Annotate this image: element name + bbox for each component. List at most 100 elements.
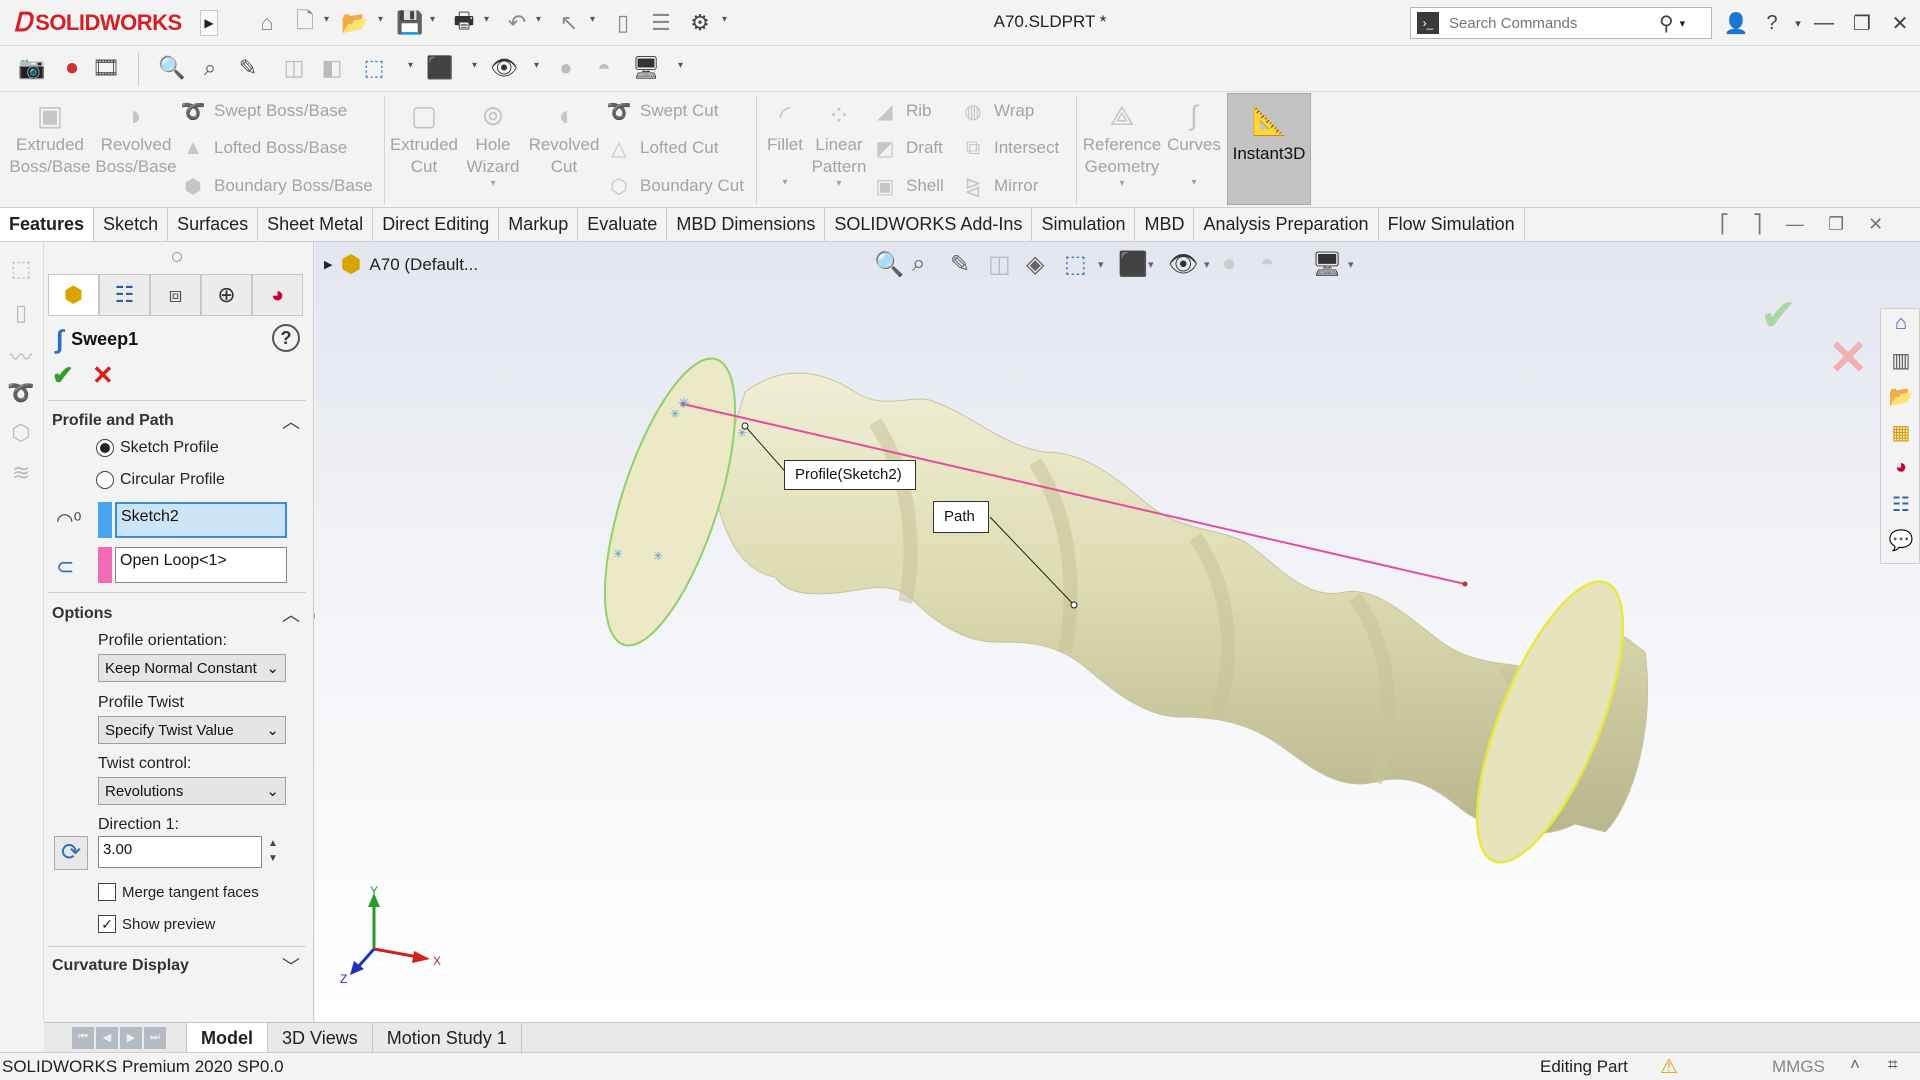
hide-show-items-icon[interactable]: 👁	[488, 52, 520, 84]
new-document-icon[interactable]: 🗋	[290, 8, 320, 38]
print-dropdown-icon[interactable]: ▾	[484, 14, 489, 25]
home-icon[interactable]: ⌂	[250, 8, 284, 38]
configuration-manager-tab-icon[interactable]: ⧈	[150, 274, 201, 316]
apply-scene-icon[interactable]: ◓	[588, 52, 620, 84]
confirmation-cancel-icon[interactable]: ✕	[1828, 330, 1868, 386]
doc-restore-icon[interactable]: ❐	[1828, 214, 1844, 238]
hole-wizard-dropdown[interactable]: ▾	[460, 178, 526, 190]
edit-appearance-icon[interactable]: ●	[550, 52, 582, 84]
search-commands-box[interactable]: ›_ ⚲ ▾	[1410, 7, 1712, 39]
model-canvas[interactable]: ✳ ✳ ✳ ✳ ✳	[315, 242, 1920, 1022]
chevron-up-icon[interactable]: ︿	[282, 601, 300, 627]
circular-profile-radio[interactable]: Circular Profile	[96, 471, 225, 489]
cancel-x-button[interactable]: ✕	[92, 360, 114, 391]
curvature-display-header[interactable]: Curvature Display	[52, 957, 304, 975]
first-tab-icon[interactable]: ⏮	[72, 1026, 94, 1049]
lofted-cut-button[interactable]: △ Lofted Cut	[606, 133, 718, 163]
save-icon[interactable]: 💾	[394, 8, 426, 38]
linear-pattern-button[interactable]: ⁘ Linear Pattern ▾	[810, 98, 868, 190]
view-orientation-icon[interactable]: ⬚	[358, 52, 390, 84]
view-orientation-dropdown[interactable]: ▾	[408, 60, 413, 71]
tab-mbd[interactable]: MBD	[1135, 208, 1195, 241]
feature-tree-flyout-icon[interactable]: ⬚	[6, 256, 36, 286]
unit-system[interactable]: MMGS	[1772, 1057, 1825, 1077]
undo-dropdown-icon[interactable]: ▾	[536, 14, 541, 25]
chevron-down-icon[interactable]: ﹀	[282, 953, 300, 979]
twist-control-select[interactable]: Revolutions ⌄	[98, 777, 286, 805]
search-dropdown-icon[interactable]: ▾	[1680, 17, 1686, 30]
options-gear-icon[interactable]: ⚙	[684, 8, 716, 38]
tab-surfaces[interactable]: Surfaces	[168, 208, 259, 241]
view-settings-dropdown[interactable]: ▾	[678, 60, 683, 71]
forum-icon[interactable]: 💬	[1886, 528, 1916, 558]
linear-pattern-dropdown[interactable]: ▾	[810, 178, 868, 190]
design-library-icon[interactable]: ▥	[1886, 348, 1916, 378]
collapse-panel-icon[interactable]: ⎡	[1720, 214, 1729, 238]
spin-stepper-icon[interactable]: ▲ ▼	[268, 836, 278, 866]
tab-mbd-dimensions[interactable]: MBD Dimensions	[667, 208, 826, 241]
solidworks-logo[interactable]: Ꭰ SOLIDWORKS	[14, 8, 182, 38]
bottom-tab-model[interactable]: Model	[186, 1022, 268, 1053]
extruded-boss-button[interactable]: ▣ Extruded Boss/Base	[8, 98, 92, 178]
rebuild-warning-icon[interactable]: ⚠	[1660, 1054, 1678, 1079]
previous-view-icon[interactable]: ✎	[232, 52, 264, 84]
curves-dropdown[interactable]: ▾	[1164, 172, 1224, 194]
close-icon[interactable]: ✕	[1884, 10, 1916, 36]
appearances-icon[interactable]: ◕	[1886, 456, 1916, 486]
next-tab-icon[interactable]: ▶	[120, 1026, 142, 1049]
boundary-cut-button[interactable]: ⬡ Boundary Cut	[606, 171, 744, 201]
tab-sketch[interactable]: Sketch	[94, 208, 169, 241]
expand-panel-icon[interactable]: ⎤	[1753, 214, 1762, 238]
profile-callout[interactable]: Profile(Sketch2)	[784, 460, 916, 490]
display-manager-tab-icon[interactable]: ◕	[252, 274, 303, 316]
section-view-icon[interactable]: ◫	[278, 52, 310, 84]
tab-evaluate[interactable]: Evaluate	[578, 208, 668, 241]
boundary-boss-button[interactable]: ⬢ Boundary Boss/Base	[180, 171, 373, 201]
tab-features[interactable]: Features	[0, 208, 95, 241]
options-header[interactable]: Options	[52, 605, 304, 623]
rebuild-icon[interactable]: ▯	[610, 8, 636, 38]
tab-markup[interactable]: Markup	[499, 208, 579, 241]
panel-grip-icon[interactable]	[172, 252, 182, 262]
bottom-tab-motion-study-1[interactable]: Motion Study 1	[373, 1022, 522, 1053]
display-style-dropdown[interactable]: ▾	[472, 60, 477, 71]
user-account-icon[interactable]: 👤	[1720, 10, 1752, 36]
intersect-button[interactable]: ⧉ Intersect	[960, 133, 1059, 163]
swept-cut-button[interactable]: ➰ Swept Cut	[606, 96, 719, 126]
last-tab-icon[interactable]: ⏭	[144, 1026, 166, 1049]
reference-geometry-dropdown[interactable]: ▾	[1080, 178, 1164, 190]
curves-button[interactable]: ∫ Curves ▾	[1164, 98, 1224, 194]
undo-icon[interactable]: ↶	[502, 8, 532, 38]
dynamic-annotation-icon[interactable]: ◧	[316, 52, 348, 84]
zoom-area-icon[interactable]: ⌕	[194, 52, 226, 84]
menu-expand-arrow[interactable]: ▶	[200, 10, 218, 36]
record-icon[interactable]: ⏺	[56, 52, 88, 84]
search-input[interactable]	[1449, 14, 1649, 32]
minimize-icon[interactable]: —	[1808, 10, 1840, 36]
swept-boss-button[interactable]: ➰ Swept Boss/Base	[180, 96, 348, 126]
tab-sheet-metal[interactable]: Sheet Metal	[258, 208, 374, 241]
prev-tab-icon[interactable]: ◀	[96, 1026, 118, 1049]
draft-button[interactable]: ◩ Draft	[872, 133, 943, 163]
reference-geometry-button[interactable]: ⟁ Reference Geometry ▾	[1080, 98, 1164, 190]
help-button[interactable]: ?	[272, 324, 300, 352]
feature-manager-tab-icon[interactable]: ⬢	[48, 274, 99, 316]
restore-icon[interactable]: ❐	[1846, 10, 1878, 36]
sketch-profile-radio[interactable]: Sketch Profile	[96, 439, 219, 457]
save-dropdown-icon[interactable]: ▾	[430, 14, 435, 25]
solidworks-resources-icon[interactable]: ⌂	[1886, 312, 1916, 342]
film-icon[interactable]: 🎞	[90, 52, 122, 84]
rib-button[interactable]: ◢ Rib	[872, 96, 931, 126]
resize-grip-icon[interactable]: ⌗	[1888, 1055, 1898, 1075]
path-flyout-icon[interactable]: 〰	[6, 340, 36, 370]
print-icon[interactable]: 🖶	[448, 8, 480, 38]
fillet-button[interactable]: ◜ Fillet ▾	[760, 98, 810, 194]
extruded-cut-button[interactable]: ▢ Extruded Cut	[386, 98, 462, 178]
revolved-cut-button[interactable]: ◖ Revolved Cut	[526, 98, 602, 178]
profile-orientation-select[interactable]: Keep Normal Constant ⌄	[98, 654, 286, 682]
solid-flyout-icon[interactable]: ⬡	[6, 420, 36, 450]
search-icon[interactable]: ⚲	[1659, 11, 1674, 36]
new-dropdown-icon[interactable]: ▾	[324, 14, 329, 25]
profile-path-header[interactable]: Profile and Path	[52, 412, 304, 430]
path-callout[interactable]: Path	[933, 501, 989, 533]
